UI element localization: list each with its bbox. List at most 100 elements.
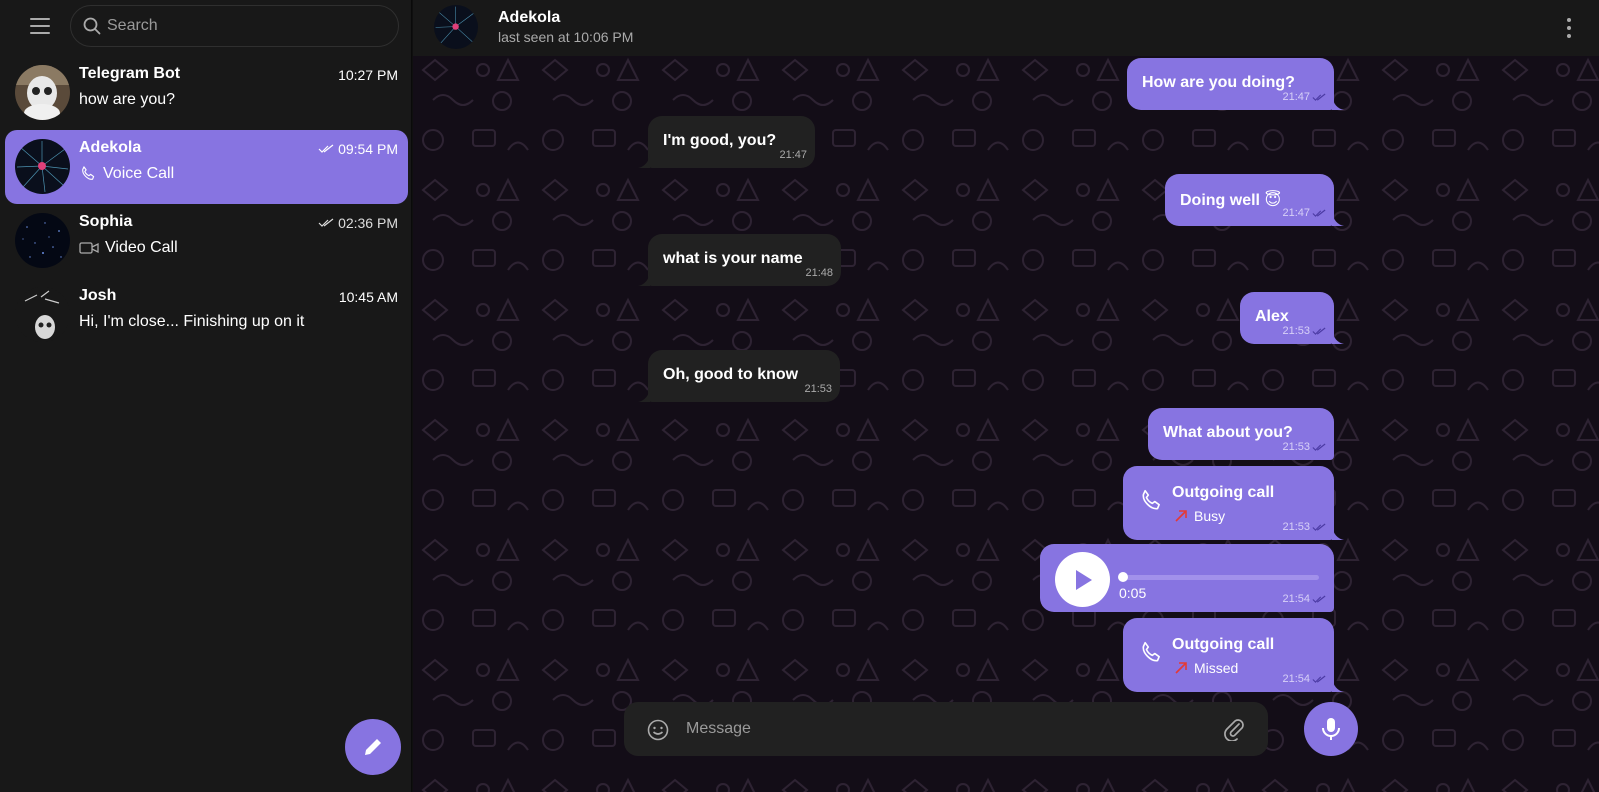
message-bubble-outgoing[interactable]: Doing well 😇 21:47 (1165, 174, 1344, 226)
voice-duration: 0:05 (1119, 585, 1147, 601)
smiley-icon[interactable] (646, 718, 670, 742)
call-title: Outgoing call (1172, 636, 1275, 653)
chat-item-adekola[interactable]: Adekola 09:54 PM Voice Call (5, 130, 408, 204)
message-bubble-outgoing[interactable]: How are you doing? 21:47 (1127, 58, 1344, 110)
chat-preview: Voice Call (79, 165, 174, 183)
paperclip-icon[interactable] (1222, 717, 1246, 741)
message-composer (624, 702, 1268, 756)
message-bubble-outgoing[interactable]: What about you? 21:53 (1148, 408, 1334, 460)
call-title: Outgoing call (1172, 484, 1275, 501)
outgoing-call-bubble[interactable]: Outgoing call Missed 21:54 (1123, 618, 1344, 692)
double-check-icon (1312, 209, 1326, 217)
chat-panel: Adekola last seen at 10:06 PM How are yo… (413, 0, 1599, 792)
message-meta: 21:54 (1282, 593, 1326, 605)
avatar (15, 213, 70, 268)
message-text: I'm good, you? (663, 132, 777, 149)
message-meta: 21:53 (1282, 325, 1326, 337)
chat-time-text: 10:27 PM (338, 67, 398, 83)
phone-icon (82, 166, 95, 180)
chat-preview-text: how are you? (79, 91, 176, 108)
message-text: Doing well 😇 (1180, 192, 1282, 209)
outgoing-call-bubble[interactable]: Outgoing call Busy 21:53 (1123, 466, 1344, 540)
chat-preview-text: Hi, I'm close... Finishing up on it (79, 313, 305, 330)
microphone-icon (1322, 718, 1340, 740)
header-last-seen: last seen at 10:06 PM (498, 29, 634, 45)
chat-time-text: 09:54 PM (338, 141, 398, 157)
compose-button[interactable] (345, 719, 401, 775)
chat-item-josh[interactable]: Josh 10:45 AM Hi, I'm close... Finishing… (5, 278, 408, 352)
kebab-menu-icon[interactable] (1565, 16, 1573, 40)
chat-header[interactable]: Adekola last seen at 10:06 PM (413, 0, 1599, 56)
chat-name: Telegram Bot (79, 65, 181, 82)
call-arrow-icon (1175, 662, 1187, 674)
avatar (434, 5, 478, 49)
chat-time: 10:27 PM (338, 67, 398, 83)
chat-item-sophia[interactable]: Sophia 02:36 PM Video Call (5, 204, 408, 278)
double-check-icon (1312, 443, 1326, 451)
message-meta: 21:53 (804, 383, 832, 395)
message-bubble-incoming[interactable]: I'm good, you? 21:47 (638, 116, 815, 168)
message-time: 21:53 (804, 383, 832, 395)
voice-progress-track[interactable] (1118, 572, 1319, 582)
message-text: What about you? (1163, 424, 1293, 441)
hamburger-menu-icon[interactable] (26, 14, 54, 38)
call-status-text: Busy (1194, 508, 1226, 524)
message-time: 21:53 (1282, 325, 1310, 337)
message-meta: 21:53 (1282, 441, 1326, 453)
call-status-text: Missed (1194, 660, 1239, 676)
message-meta: 21:48 (805, 267, 833, 279)
message-time: 21:53 (1282, 521, 1310, 533)
play-button[interactable] (1055, 552, 1110, 607)
header-contact-name: Adekola (498, 9, 561, 26)
phone-icon (1142, 641, 1160, 662)
search-icon (83, 17, 101, 35)
message-bubble-incoming[interactable]: Oh, good to know 21:53 (638, 350, 840, 402)
message-meta: 21:54 (1282, 673, 1326, 685)
call-status: Missed (1174, 660, 1238, 676)
message-time: 21:54 (1282, 593, 1310, 605)
chat-time: 09:54 PM (318, 141, 398, 157)
chat-preview-text: Voice Call (103, 165, 175, 182)
chat-preview-text: Video Call (105, 239, 178, 256)
chat-time: 10:45 AM (339, 289, 398, 305)
message-time: 21:47 (1282, 91, 1310, 103)
double-check-icon (1312, 675, 1326, 683)
chat-item-telegram-bot[interactable]: Telegram Bot 10:27 PM how are you? (5, 56, 408, 130)
double-check-icon (1312, 523, 1326, 531)
chat-name: Adekola (79, 139, 142, 156)
chat-name: Sophia (79, 213, 133, 230)
message-meta: 21:47 (1282, 207, 1326, 219)
message-input[interactable] (686, 716, 1206, 742)
call-arrow-icon (1175, 510, 1187, 522)
message-time: 21:47 (779, 149, 807, 161)
voice-progress-knob[interactable] (1118, 572, 1128, 582)
message-meta: 21:53 (1282, 521, 1326, 533)
double-check-icon (318, 144, 334, 153)
message-time: 21:54 (1282, 673, 1310, 685)
voice-message-bubble[interactable]: 0:05 21:54 (1040, 544, 1334, 612)
message-time: 21:48 (805, 267, 833, 279)
double-check-icon (318, 218, 334, 227)
chat-background-pattern (413, 0, 1599, 792)
search-box[interactable] (70, 5, 399, 47)
message-text: Oh, good to know (663, 366, 799, 383)
chat-preview: Video Call (79, 239, 178, 257)
chat-preview: Hi, I'm close... Finishing up on it (79, 313, 304, 331)
chat-list-sidebar: Telegram Bot 10:27 PM how are you? Adeko… (0, 0, 412, 792)
microphone-button[interactable] (1304, 702, 1358, 756)
play-icon (1075, 569, 1092, 590)
avatar (15, 139, 70, 194)
message-meta: 21:47 (779, 149, 807, 161)
message-meta: 21:47 (1282, 91, 1326, 103)
message-time: 21:47 (1282, 207, 1310, 219)
message-bubble-outgoing[interactable]: Alex 21:53 (1240, 292, 1344, 344)
double-check-icon (1312, 93, 1326, 101)
avatar (15, 65, 70, 120)
chat-name: Josh (79, 287, 117, 304)
message-bubble-incoming[interactable]: what is your name 21:48 (638, 234, 841, 286)
video-camera-icon (79, 242, 99, 254)
search-input[interactable] (107, 17, 367, 35)
call-status: Busy (1174, 508, 1225, 524)
chat-time-text: 02:36 PM (338, 215, 398, 231)
message-text: Alex (1255, 308, 1289, 325)
